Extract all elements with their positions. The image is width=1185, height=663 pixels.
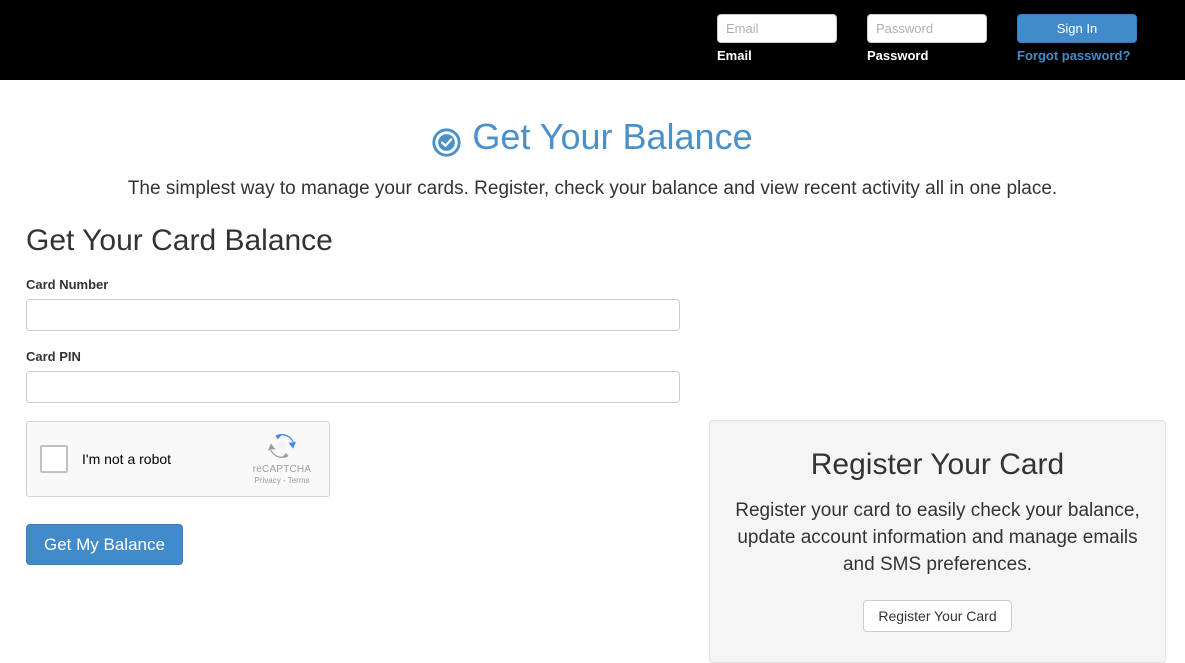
recaptcha-widget[interactable]: I'm not a robot reCAPTCHA Privacy - Term… <box>26 421 330 497</box>
balance-form-column: Get Your Card Balance Card Number Card P… <box>26 224 680 565</box>
top-header-bar: Email Password Sign In Forgot password? <box>0 0 1185 80</box>
email-field[interactable] <box>717 14 837 43</box>
page-subtitle: The simplest way to manage your cards. R… <box>127 178 1058 199</box>
recaptcha-checkbox[interactable] <box>40 445 68 473</box>
register-panel-description: Register your card to easily check your … <box>735 500 1140 575</box>
recaptcha-label: I'm not a robot <box>82 450 172 467</box>
check-circle-icon <box>432 124 462 157</box>
register-panel-title: Register Your Card <box>810 448 1065 481</box>
password-field[interactable] <box>867 14 987 43</box>
header-login-form: Email Password Sign In Forgot password? <box>717 14 1137 64</box>
signin-group: Sign In Forgot password? <box>1017 14 1137 64</box>
page-title: Get Your Balance <box>0 116 1185 158</box>
sign-in-button[interactable]: Sign In <box>1017 14 1137 43</box>
get-my-balance-button[interactable]: Get My Balance <box>26 524 183 565</box>
card-pin-label: Card PIN <box>26 349 81 364</box>
recaptcha-brand-name: reCAPTCHA <box>252 464 312 475</box>
password-field-group: Password <box>867 14 987 64</box>
card-pin-input[interactable] <box>26 371 680 403</box>
card-number-input[interactable] <box>26 299 680 331</box>
register-card-panel: Register Your Card Register your card to… <box>709 420 1166 663</box>
page-title-text: Get Your Balance <box>472 116 753 157</box>
register-column: Register Your Card Register your card to… <box>709 420 1166 663</box>
register-your-card-button[interactable]: Register Your Card <box>863 600 1012 632</box>
recaptcha-terms-links[interactable]: Privacy - Terms <box>246 476 318 486</box>
balance-form-heading: Get Your Card Balance <box>26 224 333 257</box>
email-field-label: Email <box>717 48 752 63</box>
password-field-label: Password <box>867 48 929 63</box>
card-number-label: Card Number <box>26 277 109 292</box>
recaptcha-branding: reCAPTCHA Privacy - Terms <box>246 430 318 486</box>
forgot-password-link[interactable]: Forgot password? <box>1017 48 1137 64</box>
hero-section: Get Your Balance The simplest way to man… <box>0 80 1185 202</box>
email-field-group: Email <box>717 14 837 64</box>
recaptcha-logo-icon <box>268 434 296 458</box>
